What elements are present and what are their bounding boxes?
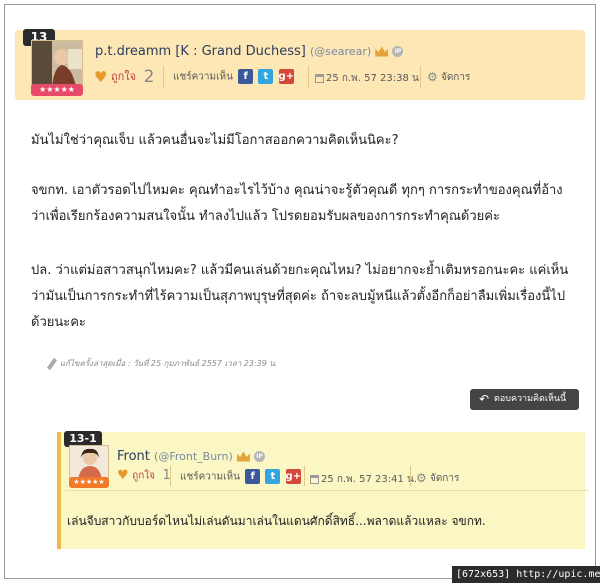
- edit-note-text: แก้ไขครั้งล่าสุดเมื่อ : วันที่ 25 กุมภาพ…: [60, 359, 278, 368]
- reply-username[interactable]: Front: [117, 449, 150, 464]
- like-count: 2: [143, 67, 155, 87]
- reply-avatar[interactable]: [69, 445, 109, 479]
- gear-icon: ⚙: [416, 471, 427, 485]
- divider: [420, 66, 421, 88]
- heart-icon: ♥: [117, 468, 129, 483]
- reply-author[interactable]: Front (@Front_Burn) IP: [117, 449, 266, 464]
- comment-date: 25 ก.พ. 57 23:38 น.: [315, 71, 422, 86]
- share-label: แชร์ความเห็น: [173, 71, 233, 83]
- facebook-share-icon[interactable]: f: [245, 469, 261, 484]
- reply-arrow-icon: ↶: [479, 392, 490, 406]
- username[interactable]: p.t.dreamm [K : Grand Duchess]: [95, 44, 306, 59]
- watermark: [672x653] http://upic.me/: [452, 566, 600, 583]
- reply-rating-stars: ★★★★★: [69, 477, 109, 488]
- avatar[interactable]: [31, 40, 83, 86]
- divider: [304, 466, 305, 486]
- twitter-share-icon[interactable]: t: [265, 469, 281, 484]
- reply-text: เล่นจีบสาวกับบอร์ดไหนไม่เล่นดันมาเล่นในแ…: [67, 514, 486, 528]
- reply-divider: [65, 490, 589, 491]
- twitter-share-icon[interactable]: t: [258, 69, 274, 84]
- reply-button-label: ตอบความคิดเห็นนี้: [494, 394, 567, 404]
- reply-to-comment-button[interactable]: ↶ ตอบความคิดเห็นนี้: [470, 389, 579, 410]
- googleplus-share-icon[interactable]: g+: [285, 469, 301, 484]
- edit-note: แก้ไขครั้งล่าสุดเมื่อ : วันที่ 25 กุมภาพ…: [46, 357, 278, 370]
- divider: [308, 66, 309, 88]
- gear-icon: ⚙: [427, 70, 438, 84]
- facebook-share-icon[interactable]: f: [238, 69, 254, 84]
- divider: [163, 66, 164, 88]
- manage-button[interactable]: ⚙ จัดการ: [427, 70, 470, 85]
- like-button[interactable]: ♥ ถูกใจ 2: [94, 67, 154, 87]
- crown-icon: [236, 451, 250, 462]
- calendar-icon: [310, 474, 319, 484]
- reply-share-section: แชร์ความเห็น f t g+: [180, 469, 301, 485]
- ip-icon: IP: [392, 46, 404, 57]
- reply-date: 25 ก.พ. 57 23:41 น.: [310, 472, 417, 487]
- reply-manage-button[interactable]: ⚙ จัดการ: [416, 471, 459, 486]
- date-text: 25 ก.พ. 57 23:38 น.: [326, 73, 423, 84]
- reply-date-text: 25 ก.พ. 57 23:41 น.: [321, 474, 418, 485]
- reply-like-button[interactable]: ♥ ถูกใจ 1: [117, 468, 171, 484]
- crown-icon: [375, 46, 389, 57]
- user-handle[interactable]: (@searear): [310, 45, 371, 58]
- reply-user-handle[interactable]: (@Front_Burn): [154, 450, 233, 463]
- googleplus-share-icon[interactable]: g+: [278, 69, 294, 84]
- divider: [170, 466, 171, 486]
- rating-stars: ★★★★★: [31, 84, 83, 96]
- heart-icon: ♥: [94, 68, 108, 86]
- reply-manage-label: จัดการ: [429, 473, 460, 484]
- like-label: ถูกใจ: [110, 70, 137, 83]
- reply-share-label: แชร์ความเห็น: [180, 471, 240, 483]
- divider: [410, 466, 411, 486]
- calendar-icon: [315, 73, 324, 83]
- comment-paragraph: ปล. ว่าแต่ม่อสาวสนุกไหมคะ? แล้วมีคนเล่นด…: [31, 263, 569, 330]
- comment-paragraph: จขกท. เอาตัวรอดไปไหมคะ คุณทำอะไรไว้บ้าง …: [31, 183, 563, 224]
- reply-like-label: ถูกใจ: [132, 470, 156, 482]
- comment-header: [15, 30, 585, 100]
- share-section: แชร์ความเห็น f t g+: [173, 69, 294, 85]
- comment-author[interactable]: p.t.dreamm [K : Grand Duchess] (@searear…: [95, 44, 404, 59]
- manage-label: จัดการ: [440, 72, 471, 83]
- comment-paragraph: มันไม่ใช่ว่าคุณเจ็บ แล้วคนอื่นจะไม่มีโอก…: [31, 133, 399, 148]
- ip-icon: IP: [254, 451, 266, 462]
